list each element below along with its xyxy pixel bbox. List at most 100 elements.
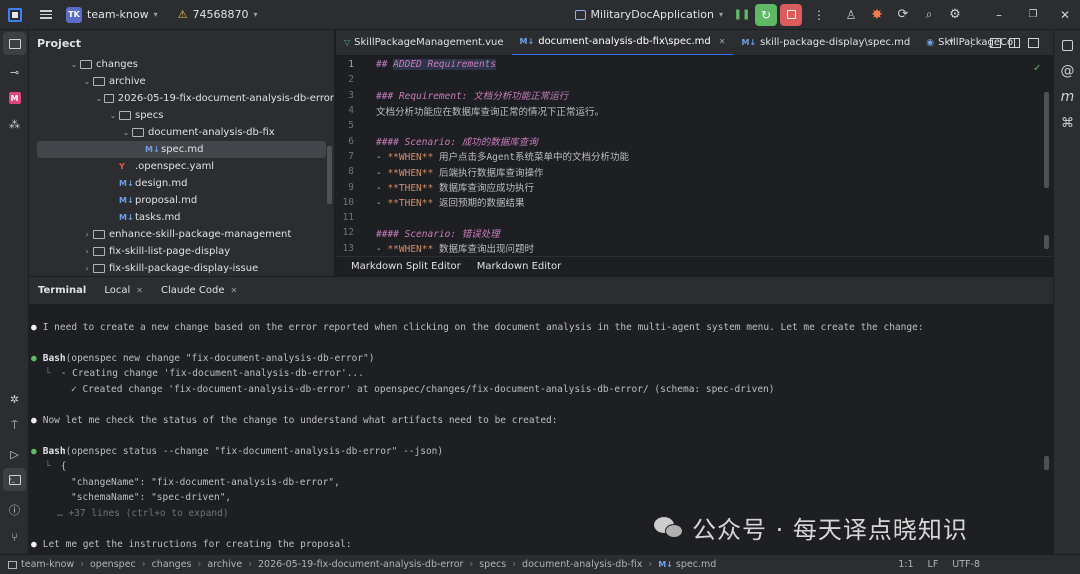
editor-tab[interactable]: M↓ document-analysis-db-fix\spec.md ✕ xyxy=(511,30,734,55)
terminal-tab[interactable]: Terminal xyxy=(29,277,95,305)
rerun-button[interactable]: ↻ xyxy=(755,3,777,26)
tree-item[interactable]: M↓ design.md xyxy=(29,175,334,192)
tree-item[interactable]: M↓ proposal.md xyxy=(29,192,334,209)
code-line[interactable]: 2 xyxy=(336,72,1053,87)
commit-icon[interactable]: ⊸ xyxy=(0,59,29,85)
plugin-icon[interactable]: ⌘ xyxy=(1054,110,1080,136)
chevron-right-icon[interactable]: › xyxy=(81,230,93,239)
code-line[interactable]: 6 #### Scenario: 成功的数据库查询 xyxy=(336,133,1053,149)
terminal-icon[interactable]: ›_ xyxy=(3,468,26,491)
tree-item[interactable]: › fix-skill-list-page-display xyxy=(29,243,334,260)
code-line[interactable]: 10 - **THEN** 返回预期的数据结果 xyxy=(336,195,1053,210)
editor-only-view-icon[interactable] xyxy=(990,38,1001,48)
minimize-window-icon[interactable]: – xyxy=(988,4,1010,26)
code-line[interactable]: 11 xyxy=(336,210,1053,225)
preview-only-icon[interactable] xyxy=(1028,38,1039,48)
main-menu-icon[interactable] xyxy=(40,10,52,19)
project-view-icon[interactable] xyxy=(3,32,26,55)
breadcrumb-item[interactable]: changes xyxy=(152,559,192,570)
gear-icon[interactable]: ⚙ xyxy=(944,4,966,26)
stop-button[interactable] xyxy=(780,3,802,26)
code-line[interactable]: 1 ## ADDED Requirements xyxy=(336,57,1053,72)
line-ending[interactable]: LF xyxy=(928,559,939,570)
chevron-down-icon[interactable]: ⌄ xyxy=(120,128,132,137)
close-window-icon[interactable]: ✕ xyxy=(1054,4,1076,26)
tree-item[interactable]: M↓ spec.md xyxy=(37,141,326,158)
breadcrumb-item[interactable]: specs xyxy=(479,559,506,570)
services-icon[interactable]: ✲ xyxy=(0,386,29,412)
breadcrumb-item[interactable]: archive xyxy=(207,559,242,570)
editor-scrollbar-secondary[interactable] xyxy=(1044,235,1049,249)
close-icon[interactable]: ✕ xyxy=(719,37,726,46)
close-icon[interactable]: ✕ xyxy=(136,286,143,295)
breadcrumb-item[interactable]: document-analysis-db-fix xyxy=(522,559,642,570)
problems-widget[interactable]: ⚠ 74568870 ▾ xyxy=(178,8,258,21)
markdown-plugin-icon[interactable]: M xyxy=(0,85,29,111)
editor-mode-tab[interactable]: Markdown Split Editor xyxy=(336,261,469,272)
breadcrumb-item[interactable]: openspec xyxy=(90,559,136,570)
code-line[interactable]: 5 xyxy=(336,118,1053,133)
chevron-down-icon[interactable]: ⌄ xyxy=(107,111,119,120)
tab-list-chevron-icon[interactable]: ▾ xyxy=(949,37,954,47)
tree-item[interactable]: M↓ tasks.md xyxy=(29,209,334,226)
restore-window-icon[interactable]: ❐ xyxy=(1022,4,1044,26)
tree-item[interactable]: ⌄ document-analysis-db-fix xyxy=(29,124,334,141)
code-line[interactable]: 8 - **WHEN** 后端执行数据库查询操作 xyxy=(336,164,1053,179)
chevron-right-icon[interactable]: › xyxy=(81,264,93,273)
maven-icon[interactable]: m xyxy=(1054,84,1080,110)
editor-scrollbar[interactable] xyxy=(1044,92,1049,188)
more-tabs-icon[interactable]: ⋮ xyxy=(966,36,977,49)
breadcrumb-item[interactable]: team-know xyxy=(21,559,74,570)
code-line[interactable]: 12 #### Scenario: 错误处理 xyxy=(336,225,1053,240)
more-actions-icon[interactable]: ⋮ xyxy=(808,4,830,26)
chevron-right-icon[interactable]: › xyxy=(81,247,93,256)
project-scrollbar[interactable] xyxy=(327,146,332,204)
project-switcher[interactable]: TK team-know ▾ xyxy=(66,6,158,23)
tree-item[interactable]: ⌄ changes xyxy=(29,56,334,73)
code-line[interactable]: 13 - **WHEN** 数据库查询出现问题时 xyxy=(336,241,1053,256)
code-line[interactable]: 4 文档分析功能应在数据库查询正常的情况下正常运行。 xyxy=(336,103,1053,118)
tree-item[interactable]: ⌄ 2026-05-19-fix-document-analysis-db-err… xyxy=(29,90,334,107)
chevron-down-icon[interactable]: ⌄ xyxy=(94,94,104,103)
tree-item[interactable]: Y .openspec.yaml xyxy=(29,158,334,175)
add-user-icon[interactable]: ♙ xyxy=(840,4,862,26)
chevron-down-icon[interactable]: ⌄ xyxy=(68,60,80,69)
pause-icon[interactable]: ❚❚ xyxy=(731,4,753,26)
code-view[interactable]: 1 ## ADDED Requirements 2 3 ### Requirement:… xyxy=(336,57,1053,256)
folder-icon xyxy=(119,111,131,120)
editor-tab[interactable]: M↓ skill-package-display\spec.md xyxy=(733,30,918,55)
cursor-position[interactable]: 1:1 xyxy=(898,559,913,570)
problems-icon[interactable]: ⓘ xyxy=(0,497,29,523)
structure-icon[interactable]: ⁂ xyxy=(0,111,29,137)
terminal-tab[interactable]: Local ✕ xyxy=(95,277,152,305)
ai-assistant-icon[interactable]: ✸ xyxy=(866,4,888,26)
tree-item[interactable]: › fix-skill-package-display-issue xyxy=(29,260,334,276)
code-line[interactable]: 3 ### Requirement: 文档分析功能正常运行 xyxy=(336,88,1053,103)
notifications-icon[interactable] xyxy=(1054,32,1080,58)
watermark-text: 公众号 · 每天译点晓知识 xyxy=(692,516,968,544)
tree-item[interactable]: › enhance-skill-package-management xyxy=(29,226,334,243)
code-line[interactable]: 9 - **THEN** 数据库查询应成功执行 xyxy=(336,179,1053,195)
terminal-scrollbar[interactable] xyxy=(1044,456,1049,470)
sync-icon[interactable]: ⟳ xyxy=(892,4,914,26)
code-line[interactable]: 7 - **WHEN** 用户点击多Agent系统菜单中的文档分析功能 xyxy=(336,149,1053,164)
breadcrumb-item[interactable]: 2026-05-19-fix-document-analysis-db-erro… xyxy=(258,559,463,570)
terminal-tab[interactable]: Claude Code ✕ xyxy=(152,277,246,305)
line-text: - **WHEN** 数据库查询出现问题时 xyxy=(364,241,534,255)
ai-chat-icon[interactable]: @ xyxy=(1054,58,1080,84)
chevron-down-icon[interactable]: ⌄ xyxy=(81,77,93,86)
run-config-selector[interactable]: MilitaryDocApplication ▾ xyxy=(574,8,723,21)
tree-item[interactable]: ⌄ specs xyxy=(29,107,334,124)
git-icon[interactable]: ⑂ xyxy=(0,524,29,550)
file-encoding[interactable]: UTF-8 xyxy=(952,559,980,570)
close-icon[interactable]: ✕ xyxy=(231,286,238,295)
tree-item[interactable]: ⌄ archive xyxy=(29,73,334,90)
run-icon[interactable]: ▷ xyxy=(0,441,29,467)
editor-tab[interactable]: ▽ SkillPackageManagement.vue xyxy=(336,30,512,55)
search-icon[interactable]: ⌕ xyxy=(918,4,940,26)
breadcrumb-item[interactable]: spec.md xyxy=(676,559,716,570)
build-icon[interactable]: ⍑ xyxy=(0,413,29,439)
split-view-icon[interactable] xyxy=(1009,38,1020,48)
editor-mode-tab[interactable]: Markdown Editor xyxy=(469,261,569,272)
